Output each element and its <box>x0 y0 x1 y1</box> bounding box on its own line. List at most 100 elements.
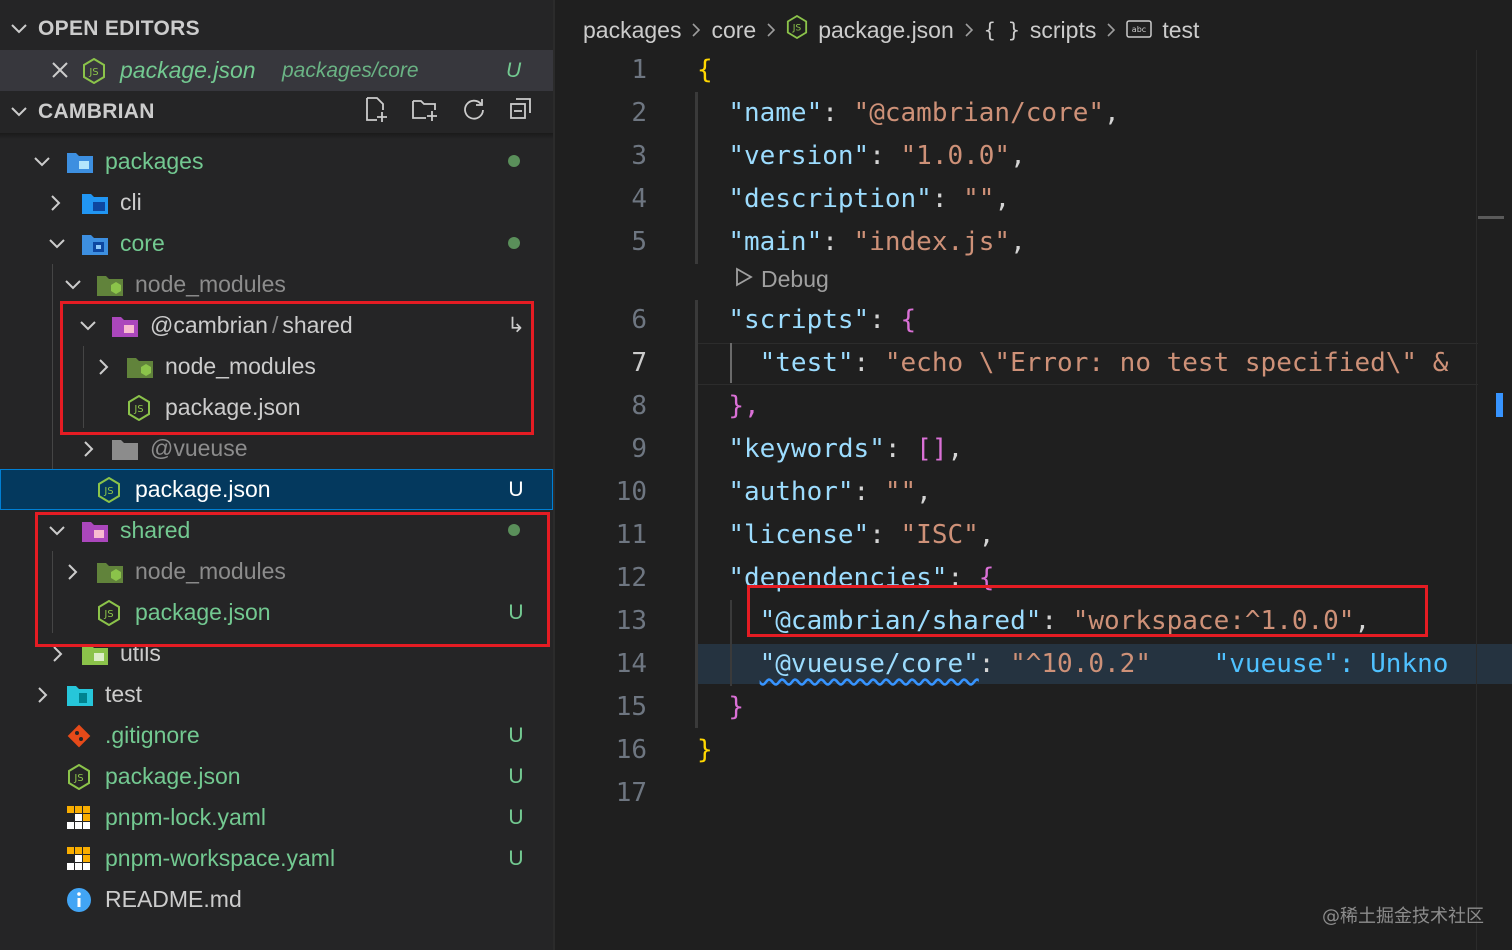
tree-folder-core[interactable]: core <box>0 223 553 264</box>
json-value: "1.0.0" <box>900 141 1011 171</box>
line-number: 16 <box>615 735 647 765</box>
tree-file-gitignore[interactable]: .gitignore U <box>0 715 553 756</box>
highlight-box <box>35 512 550 647</box>
code-line: }, <box>697 391 760 421</box>
packages-folder-icon <box>66 150 94 174</box>
chevron-right-icon <box>83 440 95 458</box>
explorer-sidebar: OPEN EDITORS JS package.json packages/co… <box>0 0 553 950</box>
tree-file-readme[interactable]: README.md <box>0 879 553 920</box>
line-number: 12 <box>615 563 647 593</box>
tree-file-package-json-selected[interactable]: JS package.json U <box>0 469 553 510</box>
collapse-all-icon[interactable] <box>509 96 533 128</box>
tree-folder-node-modules[interactable]: node_modules <box>0 264 553 305</box>
line-number: 13 <box>615 606 647 636</box>
code-line: "license": "ISC", <box>728 520 995 550</box>
line-number: 9 <box>631 434 647 464</box>
code-line: "version": "1.0.0", <box>728 141 1026 171</box>
tree-folder-test[interactable]: test <box>0 674 553 715</box>
open-editors-header[interactable]: OPEN EDITORS <box>0 9 553 49</box>
inlay-hint: "vueuse": Unkno <box>1213 649 1449 679</box>
brace: { <box>697 55 713 85</box>
refresh-icon[interactable] <box>461 96 487 128</box>
pnpm-icon <box>67 805 91 830</box>
brace: }, <box>728 391 760 421</box>
open-editor-item[interactable]: JS package.json packages/core U <box>0 50 553 91</box>
info-icon <box>66 887 92 913</box>
json-value: "echo \"Error: no test specified\" & <box>884 348 1449 378</box>
json-key: "description" <box>728 184 932 214</box>
breadcrumb-item[interactable]: packages <box>583 17 681 44</box>
nodejs-file-icon: JS <box>786 14 808 45</box>
scroll-shadow <box>0 133 553 139</box>
debug-codelens[interactable]: Debug <box>735 266 829 293</box>
code-line: } <box>697 692 744 722</box>
line-number: 11 <box>615 520 647 550</box>
breadcrumb: packages core JS package.json { } script… <box>583 10 1199 50</box>
tree-file-pnpm-workspace[interactable]: pnpm-workspace.yaml U <box>0 838 553 879</box>
code-line: "main": "index.js", <box>728 227 1026 257</box>
new-file-icon[interactable] <box>363 96 389 128</box>
line-number-active: 7 <box>631 348 647 378</box>
tree-label: packages <box>105 148 204 174</box>
breadcrumb-item[interactable]: core <box>711 17 756 44</box>
tree-folder-cli[interactable]: cli <box>0 182 553 223</box>
json-key: "version" <box>728 141 870 171</box>
chevron-right-icon <box>1106 17 1116 44</box>
json-value: "" <box>963 184 995 214</box>
tree-label: cli <box>120 189 142 215</box>
code-editor[interactable]: packages core JS package.json { } script… <box>555 0 1512 950</box>
line-number: 6 <box>631 305 647 335</box>
code-line: "keywords": [], <box>728 434 964 464</box>
chevron-right-icon <box>37 686 49 704</box>
line-number: 14 <box>615 649 647 679</box>
workspace-folder-header[interactable]: CAMBRIAN <box>0 92 553 132</box>
tree-label: test <box>105 681 143 707</box>
modified-dot <box>508 155 520 167</box>
breadcrumb-item[interactable]: package.json <box>818 17 954 44</box>
code-line: "description": "", <box>728 184 1011 214</box>
string-symbol-icon: abc <box>1126 17 1153 44</box>
svg-text:abc: abc <box>1132 25 1146 34</box>
json-key: "name" <box>728 98 823 128</box>
object-symbol-icon: { } <box>983 18 1020 42</box>
line-number: 3 <box>631 141 647 171</box>
new-folder-icon[interactable] <box>411 96 439 128</box>
chevron-down-icon <box>0 23 38 35</box>
git-status-badge: U <box>506 58 522 82</box>
svg-text:JS: JS <box>103 486 113 497</box>
code-line: { <box>697 55 713 85</box>
json-value: "index.js" <box>853 227 1011 257</box>
brace: } <box>697 735 713 765</box>
json-value: "ISC" <box>900 520 979 550</box>
play-icon <box>735 266 753 293</box>
breadcrumb-item[interactable]: scripts <box>1030 17 1096 44</box>
git-status-badge: U <box>508 723 524 747</box>
json-value: "@cambrian/core" <box>853 98 1104 128</box>
workspace-title: CAMBRIAN <box>38 100 155 123</box>
explorer-actions <box>363 96 533 128</box>
brace: } <box>728 692 744 722</box>
chevron-right-icon <box>766 17 776 44</box>
close-icon[interactable] <box>50 60 70 85</box>
tree-label: pnpm-lock.yaml <box>105 804 267 830</box>
svg-text:JS: JS <box>792 23 802 34</box>
chevron-down-icon <box>48 238 66 250</box>
json-value: "^10.0.2" <box>1010 649 1151 679</box>
json-key: "license" <box>728 520 870 550</box>
json-key: "author" <box>728 477 854 507</box>
scrollbar-track[interactable] <box>1476 50 1477 950</box>
folder-icon <box>111 437 139 461</box>
watermark: @稀土掘金技术社区 <box>1322 906 1484 927</box>
nodejs-file-icon: JS <box>82 57 106 89</box>
tree-file-pnpm-lock[interactable]: pnpm-lock.yaml U <box>0 797 553 838</box>
breadcrumb-item[interactable]: test <box>1162 17 1199 44</box>
json-key: "main" <box>728 227 823 257</box>
git-status-badge: U <box>508 764 524 788</box>
tree-file-root-package-json[interactable]: JS package.json U <box>0 756 553 797</box>
cli-folder-icon <box>81 191 109 215</box>
line-number: 4 <box>631 184 647 214</box>
tree-label: README.md <box>105 886 242 912</box>
cursor-marker <box>1496 393 1503 417</box>
core-folder-icon <box>81 232 109 256</box>
tree-folder-packages[interactable]: packages <box>0 141 553 182</box>
